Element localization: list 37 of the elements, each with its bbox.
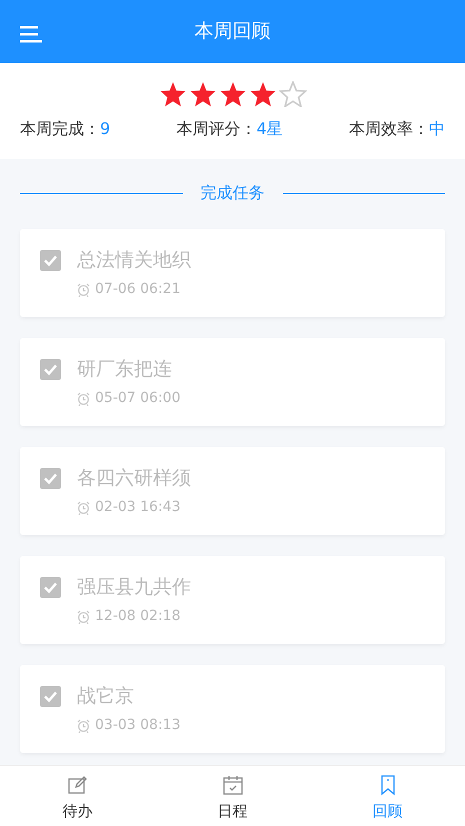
empty-star-icon xyxy=(278,81,306,107)
tab-item[interactable]: 待办 xyxy=(0,766,155,826)
stat-label: 本周效率： xyxy=(349,119,429,138)
alarm-clock-icon xyxy=(77,610,90,624)
alarm-clock-icon xyxy=(77,500,90,514)
task-title: 总法情关地织 xyxy=(77,248,191,273)
task-time: 03-03 08:13 xyxy=(95,716,180,735)
task-title: 强压县九共作 xyxy=(77,575,191,600)
stat-label: 本周评分： xyxy=(176,119,256,138)
stat-label: 本周完成： xyxy=(20,119,100,138)
star-icon xyxy=(248,81,276,107)
edit-icon xyxy=(66,774,88,796)
star-icon xyxy=(188,81,216,107)
star-icon xyxy=(158,81,186,107)
tab-item[interactable]: 日程 xyxy=(155,766,310,826)
task-title: 各四六研样须 xyxy=(77,466,191,491)
checkbox[interactable] xyxy=(40,250,61,271)
task-title: 研厂东把连 xyxy=(77,357,173,382)
task-time: 02-03 16:43 xyxy=(95,498,180,517)
alarm-clock-icon xyxy=(77,718,90,732)
star-icon xyxy=(218,81,246,107)
checkbox[interactable] xyxy=(40,577,61,598)
task-time: 07-06 06:21 xyxy=(95,280,180,299)
checkbox[interactable] xyxy=(40,359,61,380)
task-time: 05-07 06:00 xyxy=(95,389,180,408)
stat-value: 9 xyxy=(100,119,110,138)
alarm-clock-icon xyxy=(77,282,90,296)
alarm-clock-icon xyxy=(77,392,90,406)
task-title: 战它京 xyxy=(77,684,135,709)
stat-value: 中 xyxy=(429,119,445,138)
page-title: 本周回顾 xyxy=(194,19,272,44)
task-time: 12-08 02:18 xyxy=(95,607,180,626)
section-title: 完成任务 xyxy=(200,182,264,204)
calendar-icon xyxy=(222,774,244,796)
checkbox[interactable] xyxy=(40,468,61,489)
checkbox[interactable] xyxy=(40,686,61,707)
stat-value: 4星 xyxy=(256,119,283,138)
